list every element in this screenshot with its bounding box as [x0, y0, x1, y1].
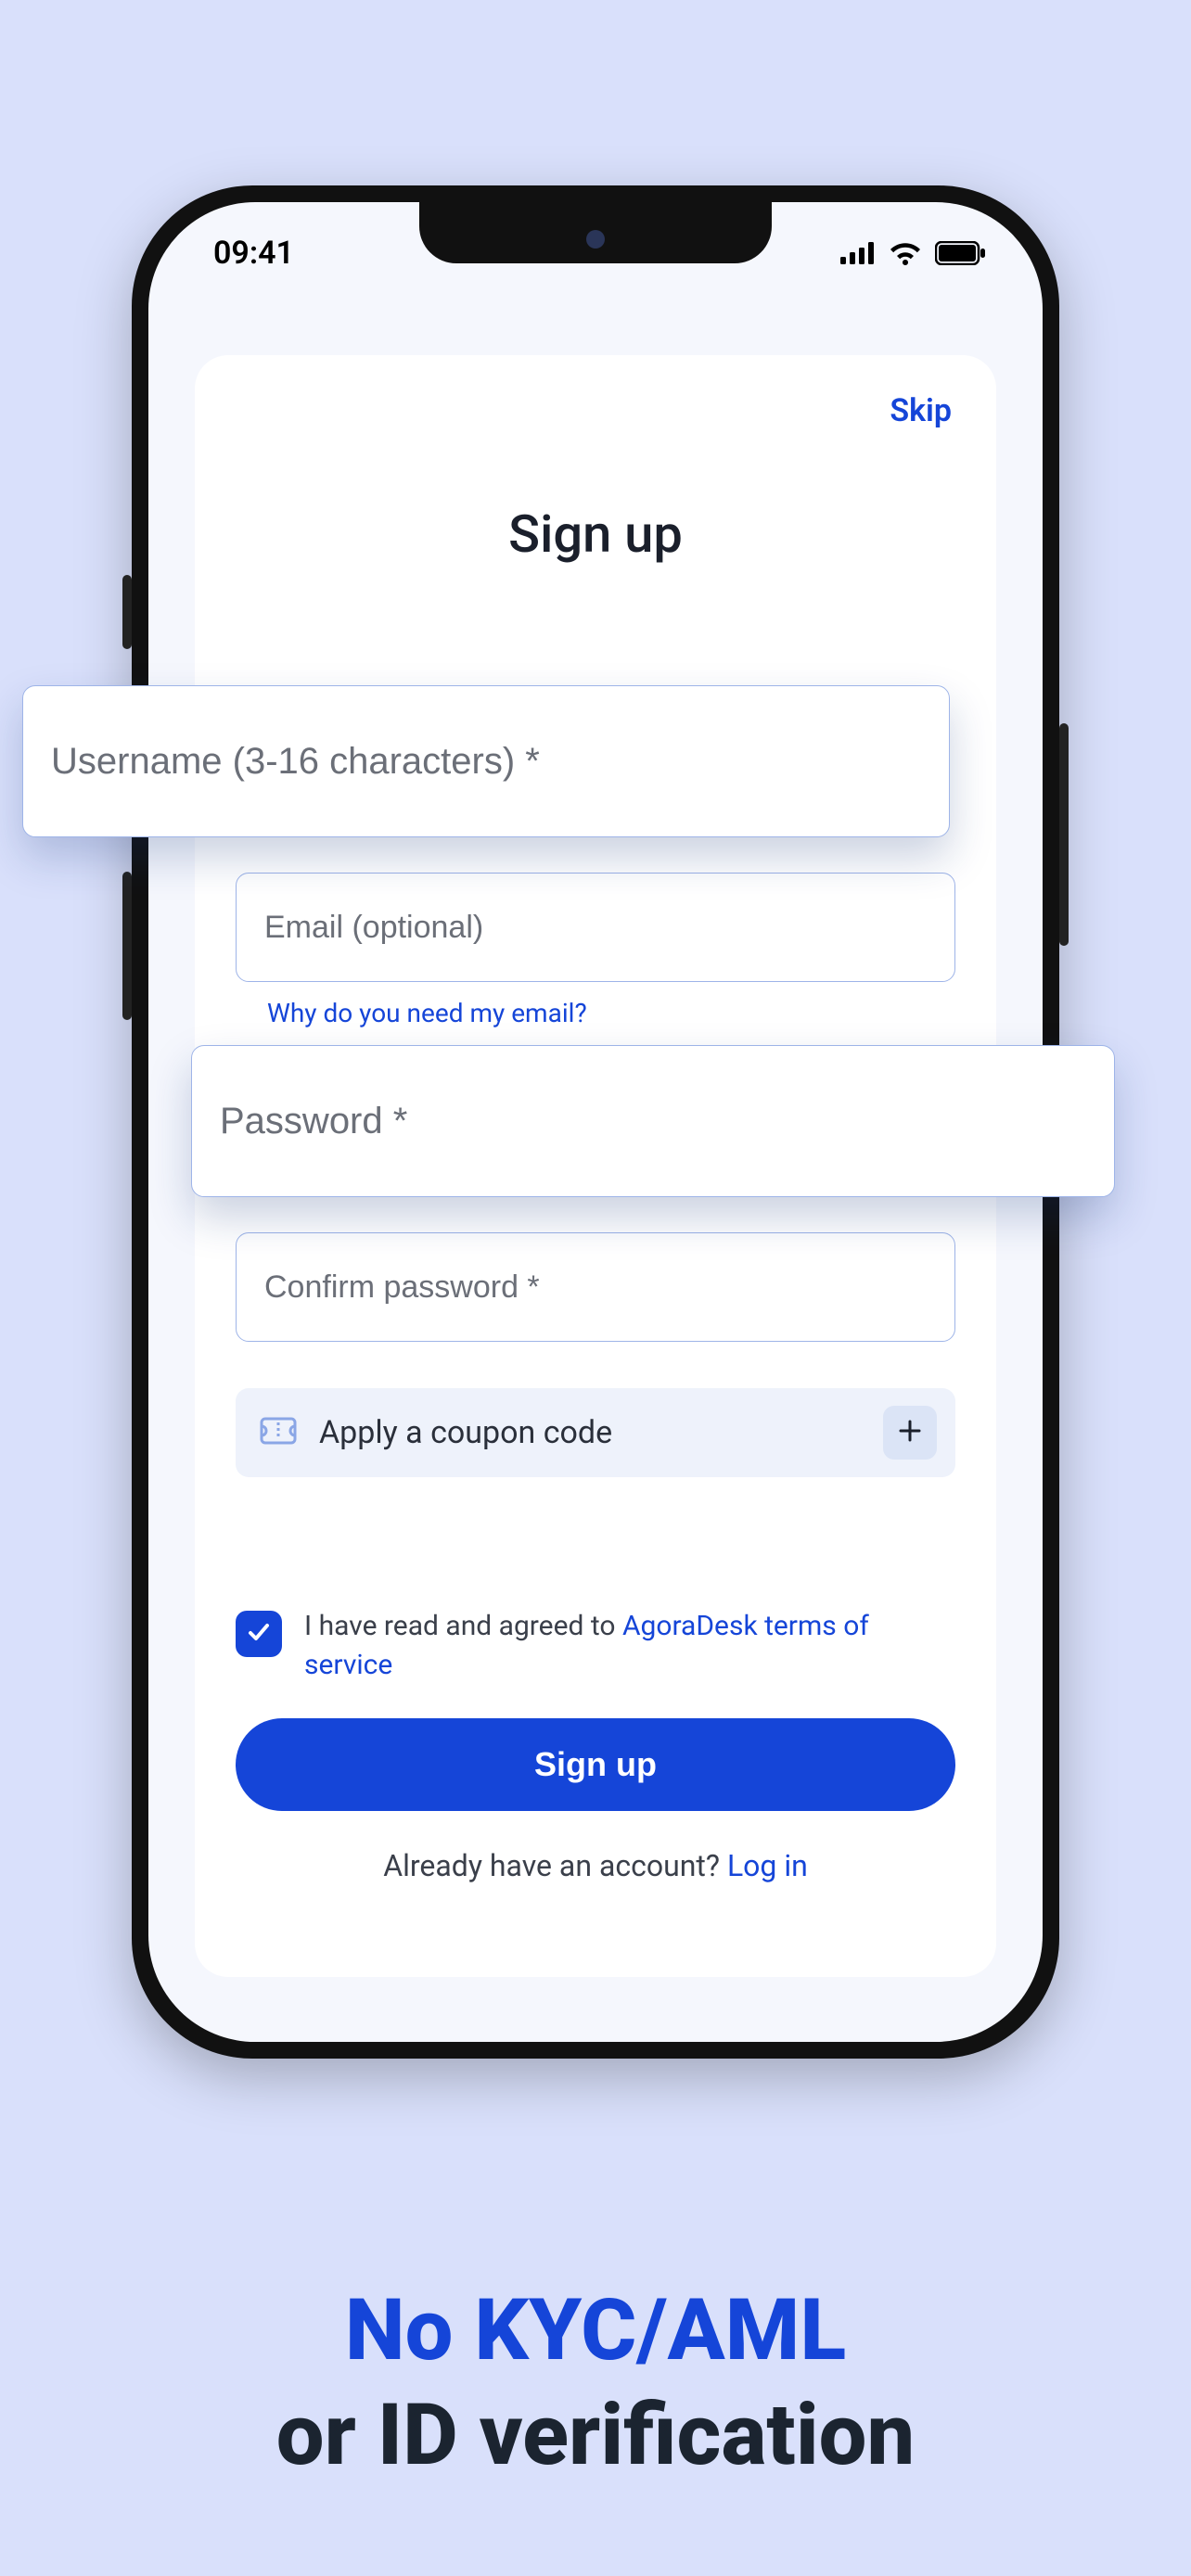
coupon-label: Apply a coupon code: [319, 1414, 861, 1451]
side-button: [1059, 723, 1069, 946]
page-title: Sign up: [236, 504, 955, 565]
status-time: 09:41: [213, 235, 294, 272]
login-link[interactable]: Log in: [727, 1848, 808, 1883]
terms-checkbox[interactable]: [236, 1611, 282, 1657]
coupon-row[interactable]: Apply a coupon code: [236, 1388, 955, 1477]
marketing-copy: No KYC/AML or ID verification: [0, 2281, 1191, 2485]
side-button: [122, 575, 132, 649]
phone-frame: 09:41: [132, 185, 1059, 2059]
plus-icon: [897, 1418, 923, 1447]
why-email-link[interactable]: Why do you need my email?: [267, 998, 587, 1028]
phone-screen: 09:41: [148, 202, 1043, 2042]
signup-form: Why do you need my email?: [236, 685, 955, 1883]
status-icons: [840, 241, 987, 265]
signup-card: Skip Sign up Why do you need my email?: [195, 355, 996, 1977]
terms-prefix: I have read and agreed to: [304, 1610, 622, 1642]
confirm-password-field[interactable]: [236, 1232, 955, 1342]
marketing-line-1: No KYC/AML: [0, 2281, 1191, 2380]
battery-icon: [935, 241, 987, 265]
marketing-line-2: or ID verification: [0, 2386, 1191, 2485]
skip-button[interactable]: Skip: [890, 392, 952, 429]
coupon-icon: [260, 1417, 297, 1448]
confirm-password-input[interactable]: [264, 1269, 927, 1306]
email-input[interactable]: [264, 910, 927, 946]
phone-notch: [419, 202, 772, 263]
signup-button[interactable]: Sign up: [236, 1718, 955, 1811]
username-input[interactable]: [51, 741, 921, 783]
password-input[interactable]: [220, 1101, 1086, 1142]
already-prefix: Already have an account?: [383, 1848, 727, 1883]
terms-text: I have read and agreed to AgoraDesk term…: [304, 1607, 955, 1685]
already-have-account: Already have an account? Log in: [236, 1848, 955, 1883]
terms-row: I have read and agreed to AgoraDesk term…: [236, 1607, 955, 1685]
email-field[interactable]: [236, 873, 955, 982]
coupon-add-button[interactable]: [883, 1406, 937, 1460]
wifi-icon: [889, 241, 922, 265]
password-field[interactable]: [191, 1045, 1115, 1197]
check-icon: [245, 1618, 273, 1650]
username-field[interactable]: [22, 685, 950, 837]
cellular-icon: [840, 242, 876, 264]
side-button: [122, 872, 132, 1020]
